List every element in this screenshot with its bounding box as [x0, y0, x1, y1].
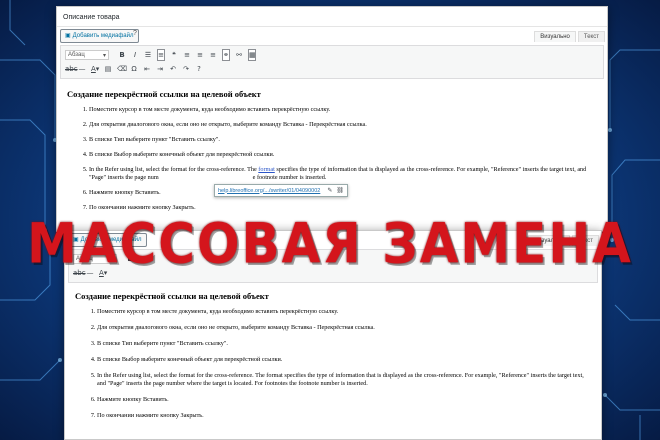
clear-format-icon[interactable]: ⌫	[117, 64, 127, 74]
editor-content[interactable]: Создание перекрёстной ссылки на целевой …	[65, 283, 601, 434]
align-left-icon[interactable]: ≡	[183, 50, 191, 60]
link-popup: help.libreoffice.org/.../swriter/01/0409…	[214, 184, 348, 197]
tab-text[interactable]: Текст	[577, 31, 605, 42]
content-heading: Создание перекрёстной ссылки на целевой …	[67, 89, 261, 99]
align-right-icon[interactable]: ≡	[209, 50, 217, 60]
list-item: Для открытия диалогового окна, если оно …	[89, 121, 597, 129]
numbered-list-icon[interactable]: ≡	[157, 49, 165, 61]
media-row: ▣ Добавить медиафайл ? Визуально Текст	[57, 27, 607, 45]
add-media-button[interactable]: ▣ Добавить медиафайл	[60, 29, 139, 43]
undo-icon[interactable]: ↶	[169, 64, 177, 74]
list-item: В списке Тип выберите пункт "Вставить сс…	[89, 136, 597, 144]
text-color-icon[interactable]: A▾	[91, 64, 99, 74]
list-item: В списке Тип выберите пункт "Вставить сс…	[97, 340, 591, 348]
add-media-label: Добавить медиафайл	[72, 33, 134, 39]
panel-title: Описание товара	[57, 7, 607, 27]
steps-list: Поместите курсор в том месте документа, …	[75, 308, 591, 420]
list-item: Поместите курсор в том месте документа, …	[89, 106, 597, 114]
format-select-value: Абзац	[68, 52, 85, 58]
link-icon[interactable]: ⚭	[222, 49, 230, 61]
horizontal-line-icon[interactable]: —	[78, 64, 86, 74]
edit-link-icon[interactable]: ✎	[327, 187, 332, 194]
help-round-icon[interactable]: ?	[195, 64, 203, 74]
remove-link-icon[interactable]: ⛓	[336, 187, 344, 194]
editor-content[interactable]: Создание перекрёстной ссылки на целевой …	[57, 79, 607, 225]
align-center-icon[interactable]: ≡	[196, 50, 204, 60]
indent-icon[interactable]: ⇥	[156, 64, 164, 74]
bullet-list-icon[interactable]: ☰	[144, 50, 152, 60]
list-item: В списке Выбор выберите конечный объект …	[97, 356, 591, 364]
list-item: По окончании нажмите кнопку Закрыть.	[97, 412, 591, 420]
step5-text-tail: e footnote number is inserted.	[252, 174, 327, 181]
format-link[interactable]: format	[258, 166, 275, 173]
bold-icon[interactable]: B	[118, 50, 126, 60]
banner-title: МАССОВАЯ ЗАМЕНА	[27, 212, 633, 276]
tab-visual[interactable]: Визуально	[534, 31, 576, 42]
editor-panel-top: Описание товара ▣ Добавить медиафайл ? В…	[56, 6, 608, 232]
list-item: Нажмите кнопку Вставить.	[97, 396, 591, 404]
paste-text-icon[interactable]: ▤	[104, 64, 112, 74]
quote-icon[interactable]: ❝	[170, 50, 178, 60]
toolbar-toggle-icon[interactable]: ▦	[248, 49, 256, 61]
redo-icon[interactable]: ↷	[182, 64, 190, 74]
help-icon[interactable]: ?	[133, 30, 137, 37]
promo-banner: МАССОВАЯ ЗАМЕНА	[27, 208, 631, 280]
outdent-icon[interactable]: ⇤	[143, 64, 151, 74]
list-item: Для открытия диалогового окна, если оно …	[97, 324, 591, 332]
special-char-icon[interactable]: Ω	[130, 64, 138, 74]
list-item: В списке Выбор выберите конечный объект …	[89, 151, 597, 159]
editor-tabs: Визуально Текст	[534, 31, 605, 42]
unlink-icon[interactable]: ⚯	[235, 50, 243, 60]
italic-icon[interactable]: I	[131, 50, 139, 60]
list-item: In the Refer using list, select the form…	[89, 166, 597, 182]
list-item: Поместите курсор в том месте документа, …	[97, 308, 591, 316]
format-select[interactable]: Абзац ▾	[65, 50, 109, 60]
link-url[interactable]: help.libreoffice.org/.../swriter/01/0409…	[218, 188, 323, 194]
list-item: In the Refer using list, select the form…	[97, 372, 591, 388]
editor-toolbar: Абзац ▾ B I ☰ ≡ ❝ ≡ ≡ ≡ ⚭ ⚯ ▦ abc — A▾ ▤ …	[60, 45, 604, 79]
step5-text-before: In the Refer using list, select the form…	[89, 166, 259, 173]
content-heading: Создание перекрёстной ссылки на целевой …	[75, 291, 269, 301]
chevron-down-icon: ▾	[102, 52, 106, 59]
strikethrough-icon[interactable]: abc	[65, 64, 78, 74]
media-icon: ▣	[65, 33, 71, 39]
